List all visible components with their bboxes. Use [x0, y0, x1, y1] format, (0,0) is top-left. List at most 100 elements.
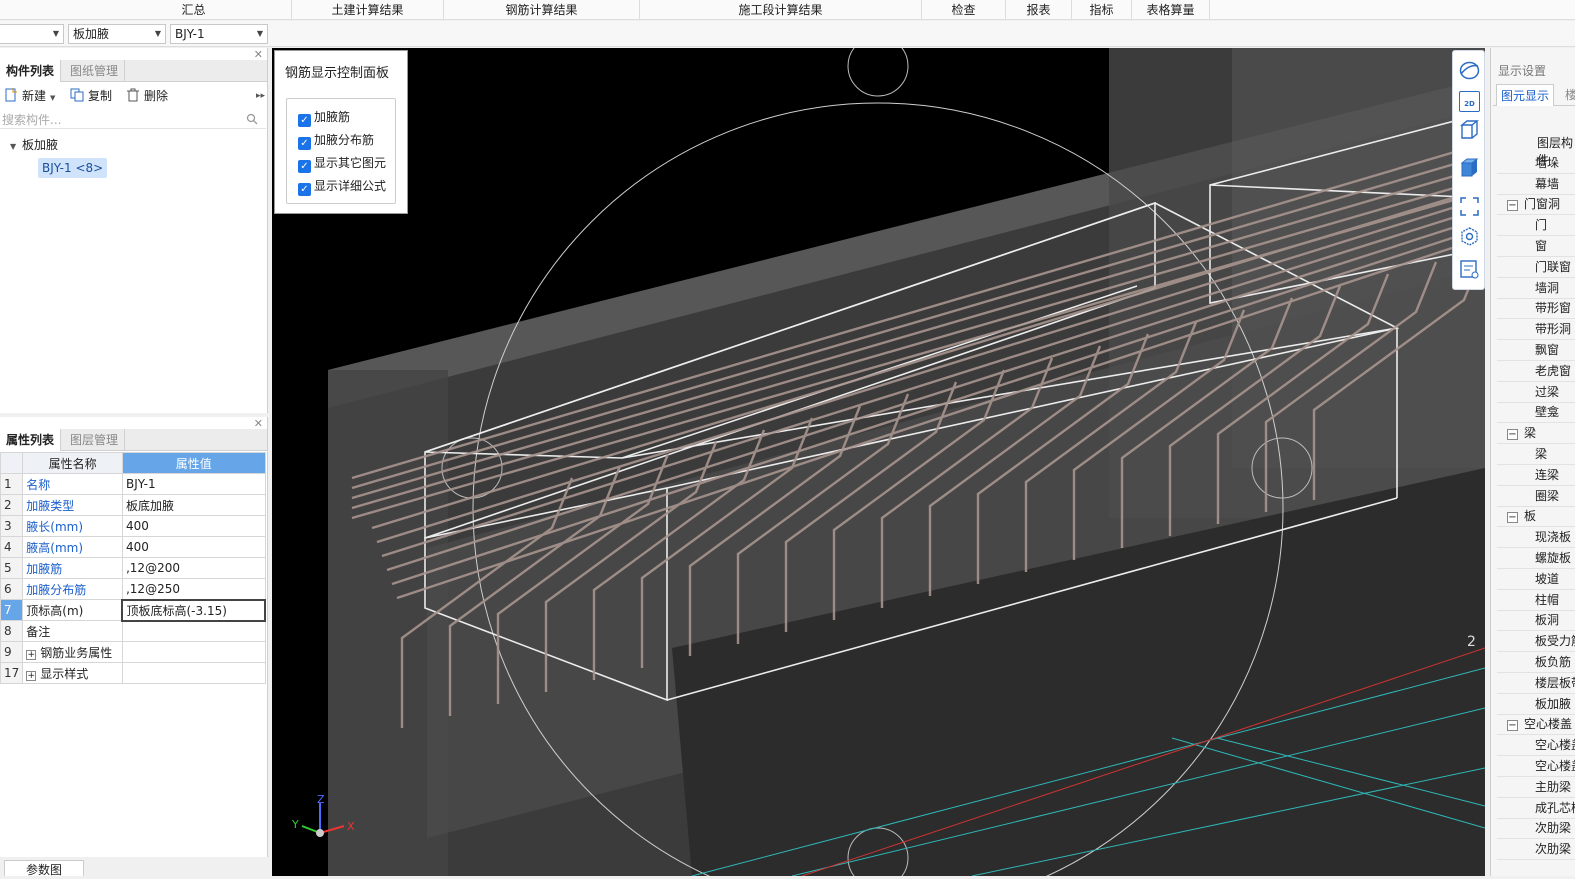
menu-check[interactable]: 检查 [922, 0, 1006, 20]
layer-item[interactable]: 次肋梁 [1535, 839, 1571, 860]
table-row[interactable]: 5 加腋筋 ‚12@200 [0, 557, 266, 579]
layer-group[interactable]: − 门窗洞 [1507, 194, 1560, 215]
3d-box-icon[interactable] [1459, 119, 1480, 140]
collapse-icon[interactable]: − [1507, 512, 1518, 524]
layer-group[interactable]: − 板 [1507, 506, 1536, 527]
collapse-icon[interactable]: − [1507, 429, 1518, 441]
collapse-icon[interactable]: − [1507, 720, 1518, 732]
property-value[interactable]: 400 [121, 536, 266, 558]
property-value[interactable] [121, 641, 266, 663]
property-value[interactable]: 400 [121, 515, 266, 537]
layer-item[interactable]: 次肋梁 [1535, 818, 1571, 839]
layer-item[interactable]: 坡道 [1535, 569, 1559, 590]
copy-button[interactable]: 复制 [70, 85, 112, 107]
layer-item[interactable]: 柱帽 [1535, 590, 1559, 611]
checkbox-show-other-elements[interactable]: ✓ 显示其它图元 [298, 154, 386, 173]
layer-group[interactable]: − 梁 [1507, 423, 1536, 444]
layer-item[interactable]: 过梁 [1535, 382, 1559, 403]
tab-floor-display[interactable]: 楼 [1561, 84, 1575, 106]
layer-item[interactable]: 空心楼盖柱帽 [1535, 756, 1575, 777]
orbit-icon[interactable] [1459, 60, 1480, 81]
checkbox-show-formula[interactable]: ✓ 显示详细公式 [298, 177, 386, 196]
layer-item[interactable]: 带形窗 [1535, 298, 1571, 319]
layer-item[interactable]: 板负筋 [1535, 652, 1571, 673]
floor-select[interactable]: ▼ [0, 24, 64, 44]
fit-screen-icon[interactable] [1459, 196, 1480, 217]
view-toolbar: 2D [1452, 50, 1485, 290]
menu-rebar-results[interactable]: 钢筋计算结果 [444, 0, 640, 20]
layer-item[interactable]: 带形洞 [1535, 319, 1571, 340]
expand-icon[interactable]: + [26, 649, 37, 660]
menu-report[interactable]: 报表 [1006, 0, 1072, 20]
layer-item[interactable]: 板加腋 [1535, 694, 1571, 715]
layer-item[interactable]: 楼层板带 [1535, 673, 1575, 694]
3d-viewport[interactable]: Z X Y 2 [272, 48, 1485, 876]
layer-list-icon[interactable] [1459, 259, 1480, 280]
table-row[interactable]: 4 腋高(mm) 400 [0, 536, 266, 558]
tab-layer-management[interactable]: 图层管理 [64, 429, 126, 451]
layer-item[interactable]: 板洞 [1535, 610, 1559, 631]
table-row-selected[interactable]: 7 顶标高(m) 顶板底标高(-3.15) [0, 598, 266, 622]
layer-item[interactable]: 壁龛 [1535, 402, 1559, 423]
new-button[interactable]: 新建 ▼ [4, 85, 55, 107]
table-row[interactable]: 17 + 显示样式 [0, 662, 266, 684]
layer-group[interactable]: − 空心楼盖 [1507, 714, 1572, 735]
checkbox-haunch-distribution[interactable]: ✓ 加腋分布筋 [298, 131, 374, 150]
checkbox-haunch-rebar[interactable]: ✓ 加腋筋 [298, 108, 350, 127]
property-value[interactable]: ‚12@250 [121, 578, 266, 600]
layer-item[interactable]: 窗 [1535, 236, 1547, 257]
property-value[interactable]: BJY-1 [121, 473, 266, 495]
rebar-3d-scene[interactable]: Z X Y 2 [272, 48, 1485, 876]
menu-stage-results[interactable]: 施工段计算结果 [640, 0, 922, 20]
tab-element-display[interactable]: 图元显示 [1496, 84, 1555, 106]
layer-item[interactable]: 门 [1535, 215, 1547, 236]
tab-component-list[interactable]: 构件列表 [0, 60, 62, 82]
tab-drawing-management[interactable]: 图纸管理 [64, 60, 126, 82]
menu-indicator[interactable]: 指标 [1072, 0, 1132, 20]
table-row[interactable]: 3 腋长(mm) 400 [0, 515, 266, 537]
layer-item[interactable]: 连梁 [1535, 465, 1559, 486]
more-icon[interactable]: ▸▸ [256, 85, 265, 107]
table-row[interactable]: 9 + 钢筋业务属性 [0, 641, 266, 663]
tab-property-list[interactable]: 属性列表 [0, 429, 62, 451]
layer-item[interactable]: 墙洞 [1535, 278, 1559, 299]
layer-item[interactable]: 主肋梁 [1535, 777, 1571, 798]
component-type-select[interactable]: 板加腋 ▼ [68, 24, 166, 44]
table-row[interactable]: 1 名称 BJY-1 [0, 473, 266, 495]
tab-parameter-diagram[interactable]: 参数图 [4, 860, 84, 877]
layer-item[interactable]: 成孔芯模 [1535, 798, 1575, 819]
table-row[interactable]: 6 加腋分布筋 ‚12@250 [0, 578, 266, 600]
menu-table-quantity[interactable]: 表格算量 [1132, 0, 1210, 20]
expand-icon[interactable]: + [26, 670, 37, 681]
tree-group[interactable]: ▼ 板加腋 [10, 136, 58, 153]
layer-item[interactable]: 圈梁 [1535, 486, 1559, 507]
table-row[interactable]: 8 备注 [0, 620, 266, 642]
property-value[interactable]: 板底加腋 [121, 494, 266, 516]
search-input[interactable]: 搜索构件... [0, 109, 266, 129]
layer-item[interactable]: 现浇板 [1535, 527, 1571, 548]
component-select[interactable]: BJY-1 ▼ [170, 24, 268, 44]
tree-toggle-icon[interactable]: ▼ [10, 142, 16, 151]
property-value[interactable]: ‚12@200 [121, 557, 266, 579]
property-value[interactable]: 顶板底标高(-3.15) [121, 598, 266, 622]
2d-view-icon[interactable]: 2D [1459, 91, 1480, 112]
layer-item[interactable]: 板受力筋 [1535, 631, 1575, 652]
layer-item[interactable]: 飘窗 [1535, 340, 1559, 361]
layer-item[interactable]: 空心楼盖板 [1535, 735, 1575, 756]
layer-item[interactable]: 梁 [1535, 444, 1547, 465]
menu-summary[interactable]: 汇总 [96, 0, 292, 20]
property-value[interactable] [121, 620, 266, 642]
layer-item[interactable]: 门联窗 [1535, 257, 1571, 278]
table-row[interactable]: 2 加腋类型 板底加腋 [0, 494, 266, 516]
layer-item[interactable]: 老虎窗 [1535, 361, 1571, 382]
layer-item[interactable]: 墙垛 [1535, 153, 1559, 174]
property-value[interactable] [121, 662, 266, 684]
menu-civil-results[interactable]: 土建计算结果 [292, 0, 444, 20]
layer-item[interactable]: 螺旋板 [1535, 548, 1571, 569]
collapse-icon[interactable]: − [1507, 200, 1518, 212]
layer-item[interactable]: 幕墙 [1535, 174, 1559, 195]
tree-item-selected[interactable]: BJY-1 <8> [38, 158, 108, 178]
settings-cube-icon[interactable] [1459, 226, 1480, 247]
delete-button[interactable]: 删除 [126, 85, 168, 107]
solid-view-icon[interactable] [1459, 157, 1480, 178]
